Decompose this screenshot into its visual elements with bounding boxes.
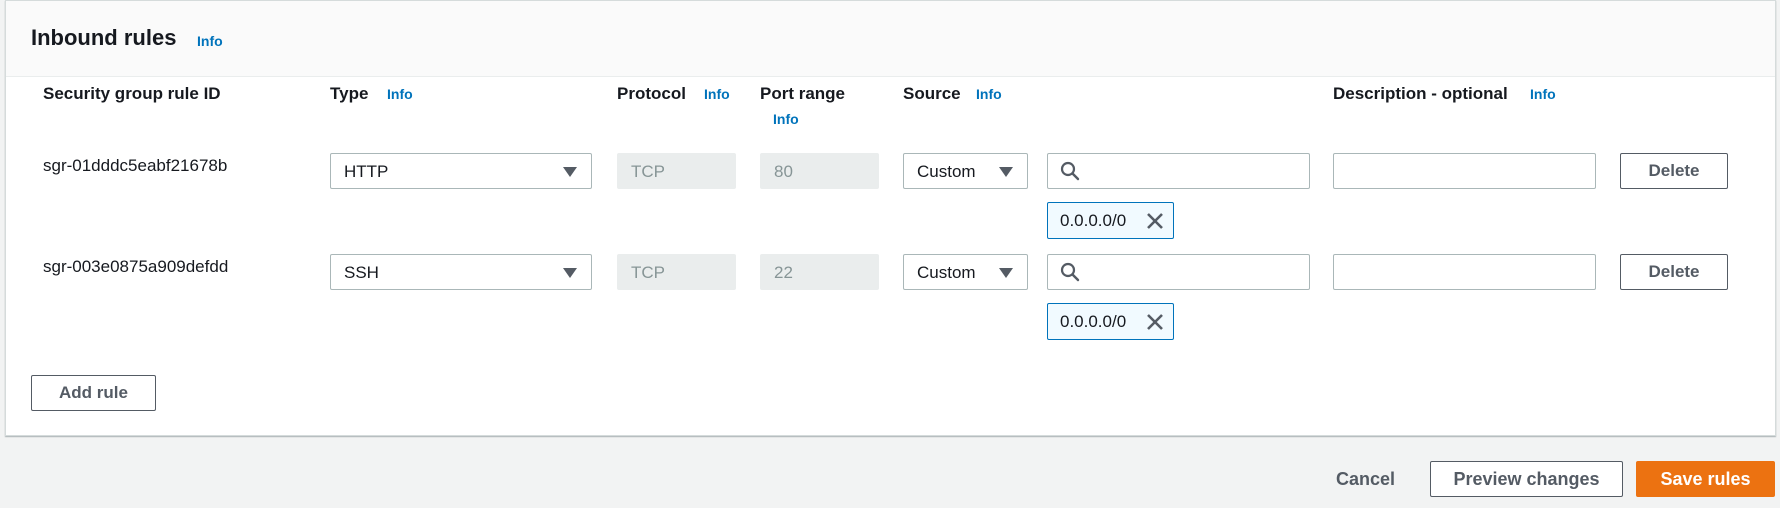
type-select-value: HTTP bbox=[344, 162, 389, 181]
search-icon bbox=[1060, 262, 1080, 287]
inbound-rules-panel: Inbound rules Info Security group rule I… bbox=[5, 0, 1776, 436]
column-header-source: Source bbox=[903, 84, 961, 103]
save-rules-button[interactable]: Save rules bbox=[1636, 461, 1775, 497]
cancel-button[interactable]: Cancel bbox=[1336, 469, 1395, 490]
cidr-token: 0.0.0.0/0 bbox=[1047, 202, 1174, 239]
source-type-select[interactable]: Custom bbox=[903, 254, 1028, 290]
preview-changes-button[interactable]: Preview changes bbox=[1430, 461, 1623, 497]
source-type-select[interactable]: Custom bbox=[903, 153, 1028, 189]
delete-rule-button[interactable]: Delete bbox=[1620, 153, 1728, 189]
port-range-field: 22 bbox=[760, 254, 879, 290]
delete-rule-button[interactable]: Delete bbox=[1620, 254, 1728, 290]
source-type-value: Custom bbox=[917, 263, 976, 282]
source-type-value: Custom bbox=[917, 162, 976, 181]
rule-id: sgr-01dddc5eabf21678b bbox=[43, 156, 228, 175]
column-header-rule-id: Security group rule ID bbox=[43, 84, 221, 103]
source-info-link[interactable]: Info bbox=[976, 86, 1002, 102]
protocol-field: TCP bbox=[617, 254, 736, 290]
rule-id: sgr-003e0875a909defdd bbox=[43, 257, 229, 276]
column-header-type: Type bbox=[330, 84, 369, 103]
protocol-field: TCP bbox=[617, 153, 736, 189]
source-search-input[interactable] bbox=[1047, 153, 1310, 189]
type-select[interactable]: HTTP bbox=[330, 153, 592, 189]
type-info-link[interactable]: Info bbox=[387, 86, 413, 102]
description-info-link[interactable]: Info bbox=[1530, 86, 1556, 102]
cidr-token-label: 0.0.0.0/0 bbox=[1060, 312, 1127, 331]
cidr-token-label: 0.0.0.0/0 bbox=[1060, 211, 1127, 230]
port-range-value: 22 bbox=[774, 263, 793, 282]
description-input[interactable] bbox=[1333, 254, 1596, 290]
column-header-port-range: Port range bbox=[760, 84, 846, 103]
port-range-info-link[interactable]: Info bbox=[773, 111, 799, 127]
add-rule-button[interactable]: Add rule bbox=[31, 375, 156, 411]
panel-title: Inbound rules bbox=[31, 25, 177, 50]
type-select-value: SSH bbox=[344, 263, 379, 282]
port-range-field: 80 bbox=[760, 153, 879, 189]
type-select[interactable]: SSH bbox=[330, 254, 592, 290]
search-icon bbox=[1060, 161, 1080, 186]
close-icon[interactable] bbox=[1145, 211, 1165, 236]
caret-down-icon bbox=[999, 268, 1013, 278]
cidr-token: 0.0.0.0/0 bbox=[1047, 303, 1174, 340]
protocol-value: TCP bbox=[631, 162, 665, 181]
source-search-input[interactable] bbox=[1047, 254, 1310, 290]
protocol-value: TCP bbox=[631, 263, 665, 282]
panel-info-link[interactable]: Info bbox=[197, 33, 223, 49]
protocol-info-link[interactable]: Info bbox=[704, 86, 730, 102]
column-header-description: Description - optional bbox=[1333, 84, 1508, 103]
close-icon[interactable] bbox=[1145, 312, 1165, 337]
column-header-protocol: Protocol bbox=[617, 84, 686, 103]
caret-down-icon bbox=[563, 167, 577, 177]
description-input[interactable] bbox=[1333, 153, 1596, 189]
port-range-value: 80 bbox=[774, 162, 793, 181]
panel-header: Inbound rules Info bbox=[6, 1, 1775, 77]
caret-down-icon bbox=[563, 268, 577, 278]
caret-down-icon bbox=[999, 167, 1013, 177]
